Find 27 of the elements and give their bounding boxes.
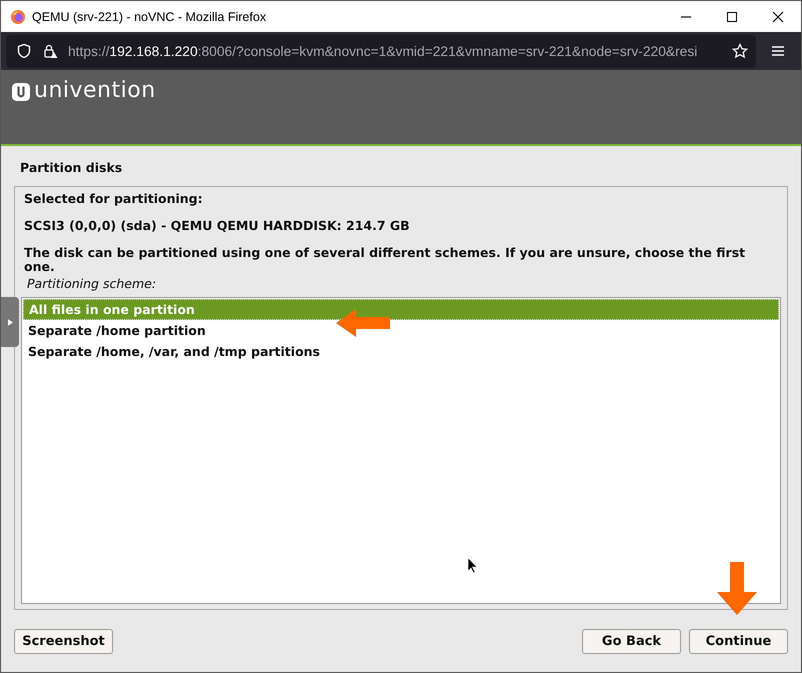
dialog-button[interactable]: Go Back — [582, 629, 681, 654]
sidebar-handle[interactable] — [1, 297, 19, 347]
window-title: QEMU (srv-221) - noVNC - Mozilla Firefox — [32, 10, 266, 24]
url-text: https://192.168.1.220:8006/?console=kvm&novnc=1&vmid=221&vmname=srv-221&node=srv-220&resi — [68, 44, 698, 58]
warning-lock-icon[interactable] — [42, 43, 58, 59]
address-bar[interactable]: https://192.168.1.220:8006/?console=kvm&novnc=1&vmid=221&vmname=srv-221&node=srv-220&resi — [6, 34, 756, 68]
list-item[interactable]: Separate /home partition — [23, 320, 779, 341]
maximize-icon[interactable] — [726, 10, 738, 22]
scheme-list[interactable]: All files in one partition Separate /home partition Separate /home, /var, and /tmp partitions — [21, 297, 781, 604]
info-text: Selected for partitioning: — [23, 192, 204, 206]
expand-icon[interactable] — [8, 318, 12, 326]
close-icon[interactable] — [772, 10, 784, 22]
list-item[interactable]: Separate /home, /var, and /tmp partitions — [23, 341, 779, 362]
logo-text: univention — [34, 81, 156, 101]
arrow-icon — [717, 562, 757, 616]
field-label: Partitioning scheme: — [26, 276, 158, 291]
logo-icon — [12, 83, 30, 101]
dialog-button[interactable]: Screenshot — [14, 629, 113, 654]
shield-icon[interactable] — [16, 43, 32, 59]
star-icon[interactable] — [732, 43, 748, 59]
arrow-icon — [336, 308, 392, 338]
info-text: SCSI3 (0,0,0) (sda) - QEMU QEMU HARDDISK: 214.7 GB — [23, 219, 411, 233]
mouse-cursor-icon — [468, 558, 478, 574]
info-text: The disk can be partitioned using one of several different schemes. If you are unsure, choose the first one. — [23, 246, 746, 274]
page-heading: Partition disks — [19, 159, 124, 176]
browser-logo-icon — [10, 8, 26, 24]
dialog-button[interactable]: Continue — [689, 629, 788, 654]
